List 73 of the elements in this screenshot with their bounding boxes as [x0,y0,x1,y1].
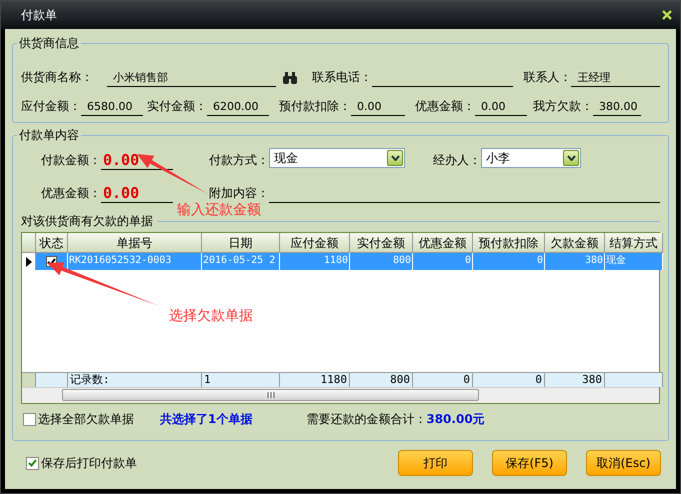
column-header[interactable]: 预付款扣除 [473,233,545,253]
table-cell: RK2016052532-0003 [68,253,202,270]
total-value: 380.00元 [426,410,485,428]
field-label: 我方欠款： [533,99,593,115]
action-button[interactable]: 打印 [398,450,473,476]
section-title: 对该供货商有欠款的单据 [21,213,153,230]
summary-cell [36,372,68,387]
column-header[interactable]: 应付金额 [280,233,350,253]
summary-cell: 0 [473,372,545,387]
input-field[interactable]: 王经理 [571,69,660,87]
summary-cell: 1 [202,372,280,387]
field-label: 供货商名称： [21,70,93,86]
column-header[interactable]: 结算方式 [605,233,663,253]
field-label: 优惠金额： [41,186,101,202]
column-header[interactable]: 状态 [36,233,68,253]
row-header [22,233,36,253]
input-field[interactable]: 6200.00 [207,98,269,116]
field-label: 联系电话： [312,70,372,86]
table-cell: 0 [473,253,545,270]
binoculars-icon[interactable] [282,71,298,85]
field-label: 联系人： [523,70,572,86]
dropdown[interactable]: 小李 [481,148,581,168]
field-label: 预付款扣除： [279,99,351,115]
field-label: 实付金额： [147,99,207,115]
table-cell: 2016-05-25 2 [202,253,280,270]
total-label: 需要还款的金额合计： [306,410,426,428]
horizontal-scrollbar[interactable] [22,387,659,403]
summary-cell: 380 [545,372,605,387]
table-cell: 380 [545,253,605,270]
checkmark-icon [47,258,56,266]
input-field[interactable]: 6580.00 [81,98,143,116]
action-button[interactable]: 取消(Esc) [586,450,661,476]
summary-cell: 800 [350,372,413,387]
field-label: 附加内容： [209,186,269,202]
table-cell: 1180 [280,253,350,270]
field-label: 付款方式： [209,153,269,169]
arrow-annotation [137,154,208,194]
checkmark-icon [28,459,37,467]
column-header[interactable]: 单据号 [68,233,202,253]
column-header[interactable]: 欠款金额 [545,233,605,253]
scrollbar-thumb[interactable] [62,389,479,401]
row-pointer-icon [26,256,32,266]
field-label: 应付金额： [21,99,81,115]
window-title: 付款单 [21,6,57,24]
annotation-text: 选择欠款单据 [169,308,253,324]
column-header[interactable]: 优惠金额 [413,233,473,253]
input-field[interactable]: 0.00 [475,98,527,116]
summary-cell: 记录数: [68,372,202,387]
table-cell: 800 [350,253,413,270]
table-cell: 现金 [605,253,663,270]
amount-field[interactable]: 0.00 [101,183,173,203]
summary-cell: 1180 [280,372,350,387]
field-label: 经办人： [433,153,481,169]
field-label: 付款金额： [41,153,101,169]
input-field[interactable]: 0.00 [351,98,405,116]
selection-count: 共选择了1个单据 [160,410,252,428]
annotation-text: 输入还款金额 [177,202,261,218]
input-field[interactable]: 小米销售部 [107,69,276,87]
dropdown[interactable]: 现金 [269,148,405,168]
row-header [22,372,36,387]
action-button[interactable]: 保存(F5) [492,450,567,476]
summary-cell [605,372,663,387]
input-field[interactable]: 380.00 [593,98,641,116]
close-icon[interactable] [662,10,672,20]
field-label: 优惠金额： [415,99,475,115]
section-title: 供货商信息 [17,35,81,51]
summary-cell: 0 [413,372,473,387]
checkbox[interactable]: 保存后打印付款单 [26,454,137,472]
column-header[interactable]: 日期 [202,233,280,253]
section-title: 付款单内容 [17,127,81,143]
column-header[interactable]: 实付金额 [350,233,413,253]
checkbox[interactable]: 选择全部欠款单据 [23,410,134,428]
table-cell: 0 [413,253,473,270]
